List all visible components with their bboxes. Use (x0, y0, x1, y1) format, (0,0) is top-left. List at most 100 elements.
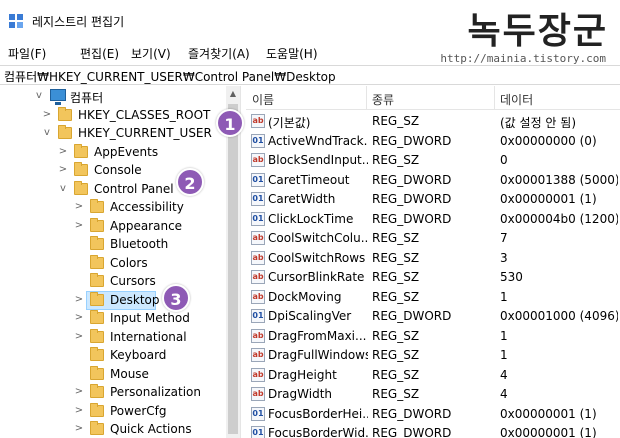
chevron-down-icon[interactable]: v (42, 127, 52, 139)
value-type: REG_DWORD (372, 406, 452, 421)
tree-item[interactable]: Cursors (0, 272, 226, 291)
folder-icon (90, 384, 104, 398)
binary-value-icon: 01 (251, 426, 265, 438)
value-name: DragFromMaxi... (268, 328, 367, 343)
value-row[interactable]: ab BlockSendInput... REG_SZ 0 (246, 151, 620, 170)
value-name: CaretTimeout (268, 172, 350, 187)
tree-item[interactable]: > PowerCfg (0, 402, 226, 421)
value-type: REG_DWORD (372, 133, 452, 148)
menu-file[interactable]: 파일(F) (8, 45, 46, 62)
folder-icon (90, 365, 104, 380)
folder-icon (90, 347, 104, 361)
value-type: REG_SZ (372, 250, 420, 265)
tree-item-label: Control Panel (94, 181, 174, 196)
string-value-icon: ab (251, 250, 265, 265)
value-row[interactable]: 01 FocusBorderHei... REG_DWORD 0x00000001 (… (246, 405, 620, 424)
tree-item[interactable]: > Appearance (0, 217, 226, 236)
no-expander (74, 238, 84, 250)
value-row[interactable]: ab DragHeight REG_SZ 4 (246, 366, 620, 385)
value-type: REG_SZ (372, 387, 420, 401)
value-row[interactable]: 01 DpiScalingVer REG_DWORD 0x00001000 (4096… (246, 307, 620, 326)
tree-item[interactable]: Colors (0, 254, 226, 273)
tree-item[interactable]: v 컴퓨터 (0, 87, 226, 106)
column-name[interactable]: 이름 (252, 91, 274, 108)
chevron-right-icon[interactable]: > (74, 331, 84, 343)
value-data: 0x00001388 (5000) (500, 172, 618, 187)
value-row[interactable]: 01 ClickLockTime REG_DWORD 0x000004b0 (1200… (246, 210, 620, 229)
value-row[interactable]: ab CoolSwitchRows REG_SZ 3 (246, 249, 620, 268)
value-type: REG_SZ (372, 231, 420, 245)
value-row[interactable]: 01 FocusBorderWid... REG_DWORD 0x00000001 (… (246, 424, 620, 438)
value-type: REG_DWORD (372, 426, 452, 438)
column-type[interactable]: 종류 (372, 91, 394, 108)
value-row[interactable]: ab CursorBlinkRate REG_SZ 530 (246, 268, 620, 287)
chevron-right-icon[interactable]: > (58, 164, 68, 176)
chevron-right-icon[interactable]: > (74, 423, 84, 435)
menu-bar: 파일(F) 편집(E) 보기(V) 즐겨찾기(A) 도움말(H) (0, 40, 620, 64)
scroll-thumb[interactable] (228, 104, 238, 434)
address-bar[interactable]: 컴퓨터₩HKEY_CURRENT_USER₩Control Panel₩Desk… (0, 65, 620, 85)
chevron-right-icon[interactable]: > (74, 312, 84, 324)
value-row[interactable]: ab DockMoving REG_SZ 1 (246, 288, 620, 307)
chevron-right-icon[interactable]: > (74, 201, 84, 213)
column-divider[interactable] (366, 86, 367, 110)
tree-item[interactable]: > HKEY_CLASSES_ROOT (0, 106, 226, 125)
tree-item[interactable]: > AppEvents (0, 143, 226, 162)
chevron-right-icon[interactable]: > (74, 386, 84, 398)
value-name: ActiveWndTrack... (268, 133, 368, 148)
tree-item[interactable]: > Desktop (0, 290, 226, 310)
tree-item[interactable]: Mouse (0, 365, 226, 384)
menu-view[interactable]: 보기(V) (131, 45, 171, 62)
tree-item[interactable]: v HKEY_CURRENT_USER (0, 124, 226, 143)
menu-help[interactable]: 도움말(H) (266, 45, 318, 62)
menu-favorites[interactable]: 즐겨찾기(A) (188, 45, 250, 62)
chevron-right-icon[interactable]: > (74, 294, 84, 306)
value-row[interactable]: 01 CaretTimeout REG_DWORD 0x00001388 (5000) (246, 171, 620, 190)
string-value-icon: ab (251, 367, 265, 382)
value-data: 0x00000001 (1) (500, 192, 597, 206)
tree-item[interactable]: > Quick Actions (0, 420, 226, 438)
tree-item[interactable]: > International (0, 328, 226, 347)
tree-item[interactable]: Bluetooth (0, 235, 226, 254)
folder-icon (74, 162, 88, 176)
tree-item[interactable]: > Accessibility (0, 198, 226, 217)
chevron-right-icon[interactable]: > (42, 109, 52, 121)
value-type: REG_SZ (372, 114, 420, 128)
folder-icon (90, 310, 104, 324)
scroll-up-arrow-icon[interactable]: ▲ (226, 86, 240, 102)
binary-value-icon: 01 (251, 211, 265, 226)
computer-icon (50, 89, 66, 105)
value-row[interactable]: 01 ActiveWndTrack... REG_DWORD 0x00000000 (… (246, 132, 620, 151)
column-divider[interactable] (494, 86, 495, 110)
value-row[interactable]: ab DragFromMaxi... REG_SZ 1 (246, 327, 620, 346)
value-name: DockMoving (268, 289, 342, 304)
value-row[interactable]: ab DragWidth REG_SZ 4 (246, 385, 620, 404)
address-path: 컴퓨터₩HKEY_CURRENT_USER₩Control Panel₩Desk… (4, 70, 336, 84)
chevron-right-icon[interactable]: > (74, 405, 84, 417)
chevron-right-icon[interactable]: > (58, 146, 68, 158)
folder-icon (90, 254, 104, 269)
tree-item-label: Personalization (110, 385, 201, 399)
value-data: 0x00001000 (4096) (500, 309, 618, 323)
tree-item[interactable]: > Personalization (0, 383, 226, 402)
value-row[interactable]: ab DragFullWindows REG_SZ 1 (246, 346, 620, 365)
no-expander (74, 257, 84, 269)
menu-edit[interactable]: 편집(E) (80, 45, 119, 62)
value-name: DragFullWindows (268, 348, 368, 362)
value-row[interactable]: 01 CaretWidth REG_DWORD 0x00000001 (1) (246, 190, 620, 209)
registry-editor-icon (9, 14, 23, 28)
value-row[interactable]: ab (기본값) REG_SZ (값 설정 안 됨) (246, 112, 620, 131)
value-row[interactable]: ab CoolSwitchColu... REG_SZ 7 (246, 229, 620, 248)
value-type: REG_DWORD (372, 309, 452, 323)
chevron-down-icon[interactable]: v (58, 183, 68, 195)
chevron-right-icon[interactable]: > (74, 220, 84, 232)
chevron-down-icon[interactable]: v (34, 90, 44, 102)
value-name: DragWidth (268, 387, 333, 401)
tree-item-label: Accessibility (110, 200, 184, 214)
tree-item-label: Keyboard (110, 348, 167, 362)
tree-item[interactable]: Keyboard (0, 346, 226, 365)
tree-scrollbar[interactable]: ▲ (226, 86, 240, 438)
tree-item[interactable]: > Input Method (0, 309, 226, 328)
tree-item-label: Desktop (110, 292, 160, 307)
column-data[interactable]: 데이터 (500, 91, 533, 108)
